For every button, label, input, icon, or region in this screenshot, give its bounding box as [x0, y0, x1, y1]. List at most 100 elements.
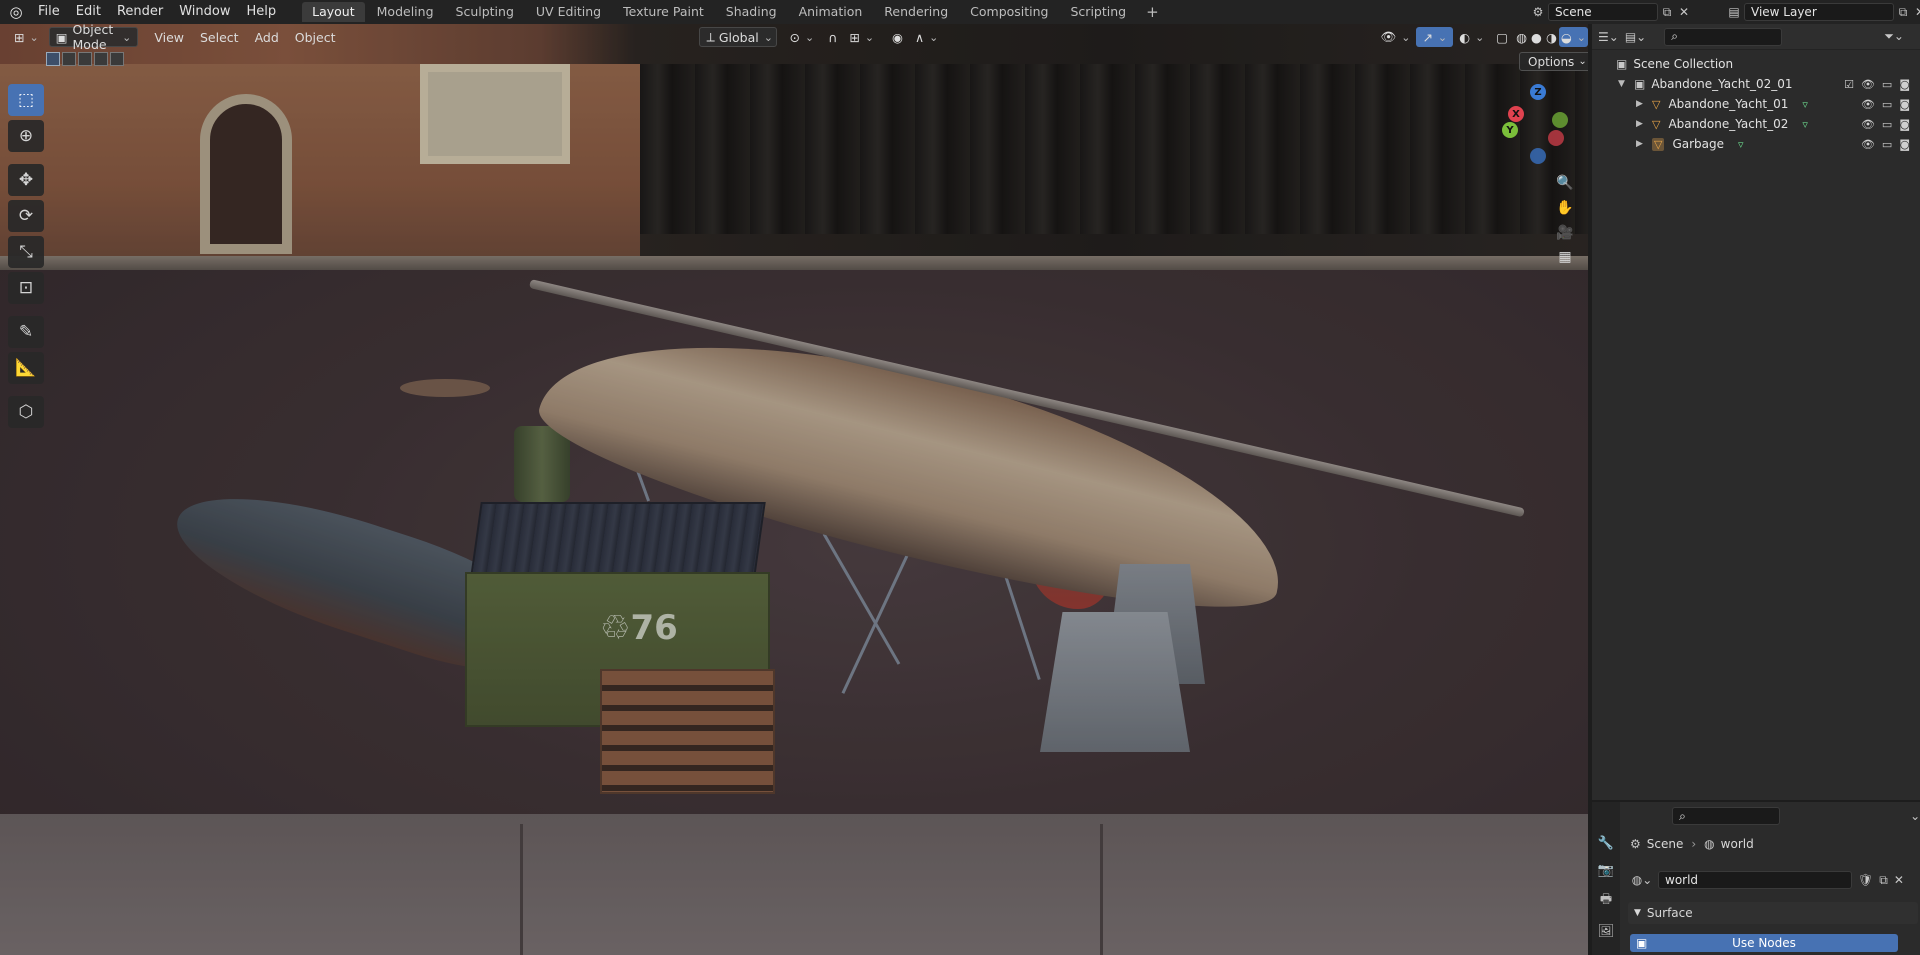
cursor-icon[interactable]: ⊕ [8, 120, 44, 152]
collection-row[interactable]: ▼ ▣ Abandone_Yacht_02_01 ☑ 👁 ▭ ◙ [1592, 74, 1920, 94]
select-new-icon[interactable] [46, 52, 60, 66]
eye-icon[interactable]: 👁 [1861, 78, 1875, 91]
transform-icon[interactable]: ⊡ [8, 272, 44, 304]
scene-name-field[interactable]: Scene [1548, 3, 1658, 21]
neg-z-axis-icon[interactable] [1530, 148, 1546, 164]
options-dropdown[interactable]: Options ⌄ [1519, 52, 1588, 71]
select-invert-icon[interactable] [94, 52, 108, 66]
add-cube-icon[interactable]: ⬡ [8, 396, 44, 428]
menu-edit[interactable]: Edit [68, 0, 109, 24]
tool-tab-icon[interactable]: 🔧 [1598, 836, 1614, 851]
menu-window[interactable]: Window [171, 0, 238, 24]
mesh-data-icon[interactable]: ▿ [1738, 138, 1744, 151]
gizmo-toggle[interactable]: ↗ [1416, 27, 1454, 47]
tab-rendering[interactable]: Rendering [874, 2, 958, 22]
surface-panel-header[interactable]: ▼ Surface [1628, 902, 1918, 924]
proportional-edit-toggle[interactable]: ◉ [886, 27, 909, 47]
delete-scene-icon[interactable]: ✕ [1676, 5, 1692, 19]
tab-shading[interactable]: Shading [716, 2, 787, 22]
snap-target-dropdown[interactable]: ⊞ [843, 27, 880, 47]
eye-icon[interactable]: 👁 [1861, 138, 1875, 151]
checkbox-icon[interactable]: ☑ [1844, 78, 1854, 91]
filter-icon[interactable]: ⏷⌄ [1884, 29, 1904, 44]
expand-arrow-icon[interactable]: ▶ [1636, 119, 1646, 129]
new-view-layer-icon[interactable]: ⧉ [1894, 5, 1912, 20]
menu-object[interactable]: Object [289, 27, 342, 47]
tab-sculpting[interactable]: Sculpting [446, 2, 524, 22]
outliner-search-input[interactable]: ⌕ [1664, 27, 1783, 46]
monitor-icon[interactable]: ▭ [1882, 78, 1892, 91]
eye-icon[interactable]: 👁 [1861, 118, 1875, 131]
snap-toggle[interactable]: ∩ [822, 27, 843, 47]
output-tab-icon[interactable]: 🖶 [1600, 890, 1612, 912]
view-layer-tab-icon[interactable]: 🖼 [1598, 924, 1615, 939]
mesh-data-icon[interactable]: ▿ [1802, 118, 1808, 131]
add-workspace-button[interactable]: + [1138, 3, 1167, 21]
shading-solid[interactable]: ● [1529, 27, 1544, 47]
tab-compositing[interactable]: Compositing [960, 2, 1058, 22]
new-scene-icon[interactable]: ⧉ [1658, 5, 1676, 20]
object-row[interactable]: ▶ ▽ Abandone_Yacht_02 ▿ 👁 ▭ ◙ [1592, 114, 1920, 134]
select-box-icon[interactable]: ⬚ [8, 84, 44, 116]
expand-arrow-icon[interactable]: ▼ [1618, 79, 1628, 89]
camera-icon[interactable]: ◙ [1899, 138, 1910, 151]
neg-y-axis-icon[interactable] [1552, 112, 1568, 128]
3d-viewport[interactable]: ♲76 ⊞ ▣ Object Mode View Select Add Obje… [0, 24, 1588, 955]
menu-select[interactable]: Select [194, 27, 245, 47]
unlink-icon[interactable]: ✕ [1894, 873, 1904, 887]
mode-dropdown[interactable]: ▣ Object Mode [48, 24, 139, 52]
expand-arrow-icon[interactable]: ▶ [1636, 139, 1646, 149]
menu-help[interactable]: Help [239, 0, 285, 24]
navigation-gizmo[interactable]: Z X Y [1500, 84, 1572, 164]
view-layer-icon[interactable]: ▤ [1724, 5, 1744, 19]
world-name-field[interactable]: world [1658, 871, 1852, 889]
menu-add[interactable]: Add [249, 27, 285, 47]
outliner-editor-type-icon[interactable]: ☰⌄ [1598, 30, 1619, 44]
shading-wireframe[interactable]: ◍ [1514, 27, 1529, 47]
camera-view-icon[interactable]: 🎥 [1554, 222, 1576, 244]
ortho-grid-icon[interactable]: ▦ [1554, 246, 1576, 268]
measure-icon[interactable]: 📐 [8, 352, 44, 384]
use-nodes-button[interactable]: ▣ Use Nodes [1630, 934, 1898, 952]
falloff-dropdown[interactable]: ∧ [909, 27, 944, 47]
neg-x-axis-icon[interactable] [1548, 130, 1564, 146]
fake-user-icon[interactable]: 🛡 [1858, 873, 1873, 887]
editor-type-button[interactable]: ⊞ [8, 27, 45, 47]
select-subtract-icon[interactable] [78, 52, 92, 66]
y-axis-icon[interactable]: Y [1502, 122, 1518, 138]
xray-toggle[interactable]: ▢ [1490, 27, 1514, 47]
menu-file[interactable]: File [30, 0, 68, 24]
overlays-toggle[interactable]: ◐ [1453, 27, 1490, 47]
object-row[interactable]: ▶ ▽ Abandone_Yacht_01 ▿ 👁 ▭ ◙ [1592, 94, 1920, 114]
tab-texture-paint[interactable]: Texture Paint [613, 2, 714, 22]
tab-scripting[interactable]: Scripting [1061, 2, 1137, 22]
scene-icon[interactable]: ⚙ [1528, 5, 1548, 19]
menu-render[interactable]: Render [109, 0, 171, 24]
tab-animation[interactable]: Animation [789, 2, 873, 22]
monitor-icon[interactable]: ▭ [1882, 138, 1892, 151]
display-mode-icon[interactable]: ▤⌄ [1625, 30, 1646, 44]
shading-rendered[interactable]: ◒ [1558, 27, 1588, 47]
monitor-icon[interactable]: ▭ [1882, 118, 1892, 131]
scale-icon[interactable]: ⤡ [8, 236, 44, 268]
tab-layout[interactable]: Layout [302, 2, 365, 22]
pan-hand-icon[interactable]: ✋ [1554, 197, 1576, 219]
blender-logo-icon[interactable]: ◎ [6, 0, 26, 24]
monitor-icon[interactable]: ▭ [1882, 98, 1892, 111]
view-layer-field[interactable]: View Layer [1744, 3, 1894, 21]
camera-icon[interactable]: ◙ [1899, 98, 1910, 111]
world-browse-icon[interactable]: ◍⌄ [1630, 873, 1654, 887]
camera-icon[interactable]: ◙ [1899, 118, 1910, 131]
render-tab-icon[interactable]: 📷 [1598, 863, 1614, 878]
rotate-icon[interactable]: ⟳ [8, 200, 44, 232]
menu-view[interactable]: View [148, 27, 190, 47]
shading-material[interactable]: ◑ [1544, 27, 1559, 47]
tab-modeling[interactable]: Modeling [367, 2, 444, 22]
mesh-data-icon[interactable]: ▿ [1802, 98, 1808, 111]
transform-orientation-dropdown[interactable]: ⟂ Global [699, 27, 778, 47]
x-axis-icon[interactable]: X [1508, 106, 1524, 122]
annotate-icon[interactable]: ✎ [8, 316, 44, 348]
z-axis-icon[interactable]: Z [1530, 84, 1546, 100]
scene-collection-row[interactable]: ▣ Scene Collection [1592, 54, 1920, 74]
select-intersect-icon[interactable] [110, 52, 124, 66]
